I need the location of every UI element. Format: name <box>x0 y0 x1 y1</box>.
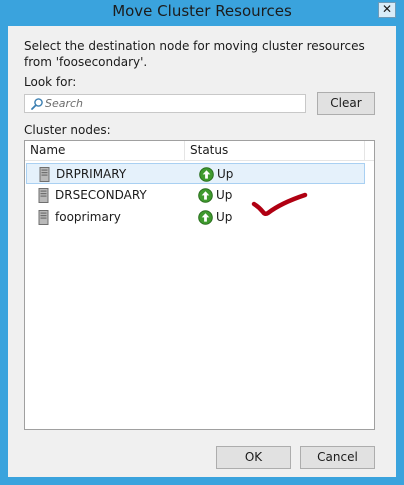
up-arrow-icon <box>198 210 213 225</box>
cluster-nodes-label: Cluster nodes: <box>24 123 111 137</box>
cluster-nodes-list[interactable]: Name Status DRPRIMARY Up DRSECONDARY Up … <box>24 140 375 430</box>
column-header-name[interactable]: Name <box>25 141 185 160</box>
up-arrow-icon <box>198 188 213 203</box>
search-icon <box>31 98 43 110</box>
ok-button[interactable]: OK <box>216 446 291 469</box>
server-icon <box>39 167 50 182</box>
search-box[interactable] <box>24 94 306 113</box>
look-for-label: Look for: <box>24 75 77 89</box>
cancel-button[interactable]: Cancel <box>300 446 375 469</box>
up-arrow-icon <box>199 167 214 182</box>
node-row-drprimary[interactable]: DRPRIMARY Up <box>26 163 365 184</box>
node-status: Up <box>217 167 234 181</box>
node-status: Up <box>216 210 233 224</box>
instruction-text: Select the destination node for moving c… <box>24 39 365 69</box>
title-bar[interactable]: Move Cluster Resources ✕ <box>0 0 404 26</box>
node-status: Up <box>216 188 233 202</box>
window-title: Move Cluster Resources <box>112 2 292 20</box>
node-name: DRPRIMARY <box>56 167 127 181</box>
server-icon <box>38 210 49 225</box>
node-name: DRSECONDARY <box>55 188 147 202</box>
search-input[interactable] <box>45 96 299 111</box>
close-button[interactable]: ✕ <box>378 2 396 18</box>
column-header-status[interactable]: Status <box>185 141 365 160</box>
clear-button[interactable]: Clear <box>317 92 375 115</box>
node-row-drsecondary[interactable]: DRSECONDARY Up <box>26 185 365 206</box>
column-header-filler <box>365 141 374 160</box>
server-icon <box>38 188 49 203</box>
node-row-fooprimary[interactable]: fooprimary Up <box>26 207 365 228</box>
dialog-body: Select the destination node for moving c… <box>8 26 396 477</box>
move-cluster-resources-dialog: Move Cluster Resources ✕ Select the dest… <box>0 0 404 485</box>
node-name: fooprimary <box>55 210 121 224</box>
list-header: Name Status <box>25 141 374 161</box>
